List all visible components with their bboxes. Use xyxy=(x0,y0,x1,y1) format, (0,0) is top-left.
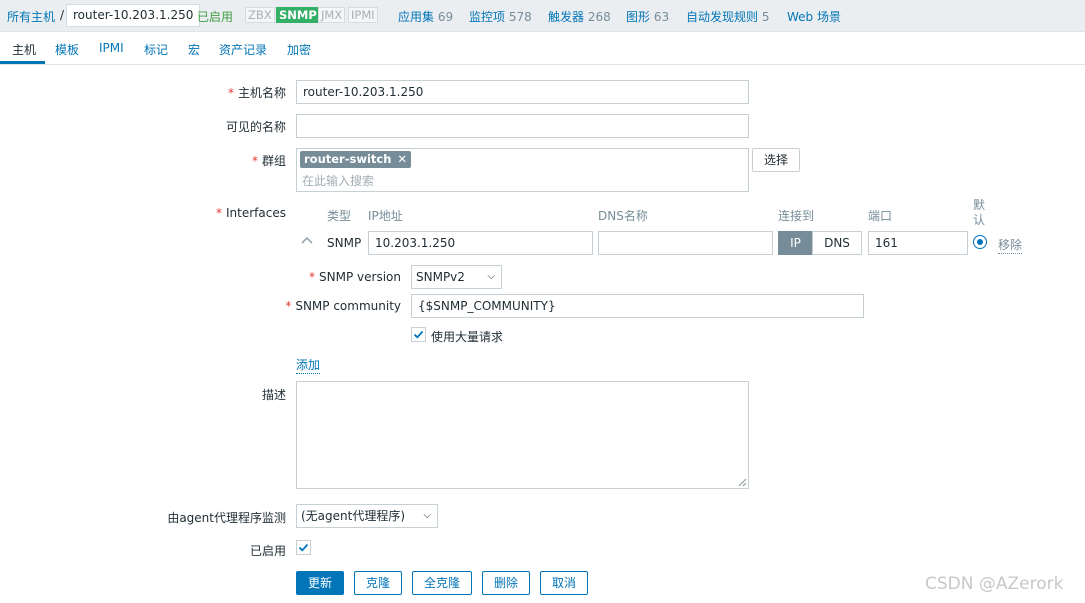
availability-jmx: JMX xyxy=(318,7,346,23)
checkmark-icon xyxy=(413,330,424,339)
interface-col-port: 端口 xyxy=(868,209,893,223)
interface-col-dns: DNS名称 xyxy=(598,209,648,223)
interface-ip-input[interactable]: 10.203.1.250 xyxy=(368,231,593,255)
select-groups-button[interactable]: 选择 xyxy=(752,148,800,172)
tab-templates[interactable]: 模板 xyxy=(55,41,79,58)
watermark: CSDN @AZerork xyxy=(925,574,1064,594)
groups-label: * 群组 xyxy=(251,154,286,168)
chevron-down-icon: ⌵ xyxy=(423,510,431,521)
enabled-checkbox[interactable] xyxy=(296,540,311,555)
link-graphs[interactable]: 图形 63 xyxy=(626,8,669,25)
interfaces-label: * Interfaces xyxy=(216,206,286,220)
link-items[interactable]: 监控项 578 xyxy=(469,8,532,25)
availability-ipmi: IPMI xyxy=(348,7,378,23)
host-status-enabled: 已启用 xyxy=(197,10,234,24)
form-tabs: 主机 模板 IPMI 标记 宏 资产记录 加密 xyxy=(0,33,1085,65)
full-clone-button[interactable]: 全克隆 xyxy=(412,571,472,595)
snmp-community-label: * SNMP community xyxy=(285,299,401,313)
host-name-input[interactable]: router-10.203.1.250 xyxy=(296,80,749,104)
interface-col-connect: 连接到 xyxy=(778,209,815,223)
host-name-label: * 主机名称 xyxy=(227,86,286,100)
tab-tags[interactable]: 标记 xyxy=(144,41,168,58)
description-textarea[interactable] xyxy=(296,381,749,489)
enabled-label: 已启用 xyxy=(249,544,286,558)
connect-to-dns-toggle[interactable]: DNS xyxy=(812,231,862,255)
clone-button[interactable]: 克隆 xyxy=(354,571,402,595)
interface-dns-input[interactable] xyxy=(598,231,773,255)
cancel-button[interactable]: 取消 xyxy=(540,571,588,595)
description-label: 描述 xyxy=(261,388,286,402)
add-interface-link[interactable]: 添加 xyxy=(296,356,321,374)
connect-to-ip-toggle[interactable]: IP xyxy=(778,231,813,255)
visible-name-input[interactable] xyxy=(296,114,749,138)
snmp-version-label: * SNMP version xyxy=(309,270,401,284)
link-triggers[interactable]: 触发器 268 xyxy=(548,8,611,25)
visible-name-label: 可见的名称 xyxy=(225,120,286,134)
availability-snmp: SNMP xyxy=(276,7,320,23)
update-button[interactable]: 更新 xyxy=(296,571,344,595)
interface-col-default: 默认 xyxy=(973,198,986,227)
delete-button[interactable]: 删除 xyxy=(482,571,530,595)
remove-interface-link[interactable]: 移除 xyxy=(998,236,1023,254)
breadcrumb-current-host: router-10.203.1.250 xyxy=(66,4,201,27)
snmp-version-select[interactable]: SNMPv2 ⌵ xyxy=(411,265,502,289)
tab-encryption[interactable]: 加密 xyxy=(287,41,311,58)
snmp-community-input[interactable]: {$SNMP_COMMUNITY} xyxy=(411,294,864,318)
close-icon[interactable]: ✕ xyxy=(397,152,407,166)
link-web-scenarios[interactable]: Web 场景 xyxy=(787,8,841,25)
availability-zbx: ZBX xyxy=(245,7,275,23)
tab-host[interactable]: 主机 xyxy=(12,41,36,58)
breadcrumb-all-hosts[interactable]: 所有主机 xyxy=(7,8,55,25)
link-discovery-rules[interactable]: 自动发现规则 5 xyxy=(686,8,769,25)
tab-ipmi[interactable]: IPMI xyxy=(99,41,124,55)
interface-col-ip: IP地址 xyxy=(368,209,403,223)
resize-handle-icon xyxy=(738,478,747,487)
default-interface-radio[interactable] xyxy=(973,235,987,249)
chevron-down-icon: ⌵ xyxy=(487,271,495,282)
bulk-requests-checkbox[interactable] xyxy=(411,327,426,342)
checkmark-icon xyxy=(298,543,309,552)
tab-inventory[interactable]: 资产记录 xyxy=(219,41,267,58)
bulk-requests-label: 使用大量请求 xyxy=(431,330,504,344)
tab-macros[interactable]: 宏 xyxy=(188,41,200,58)
interface-type: SNMP xyxy=(327,236,362,250)
proxy-select[interactable]: (无agent代理程序) ⌵ xyxy=(296,504,438,528)
proxy-label: 由agent代理程序监测 xyxy=(167,511,286,525)
active-tab-indicator xyxy=(0,61,45,64)
interface-port-input[interactable]: 161 xyxy=(868,231,968,255)
chevron-up-icon[interactable] xyxy=(300,234,314,248)
breadcrumb-separator: / xyxy=(60,8,65,22)
groups-search-placeholder[interactable]: 在此输入搜索 xyxy=(302,172,374,189)
link-applications[interactable]: 应用集 69 xyxy=(398,8,453,25)
interface-col-type: 类型 xyxy=(327,209,352,223)
host-header-bar: 所有主机 / router-10.203.1.250 已启用 ZBX SNMP … xyxy=(0,0,1085,32)
group-tag-router-switch: router-switch ✕ xyxy=(300,151,412,168)
